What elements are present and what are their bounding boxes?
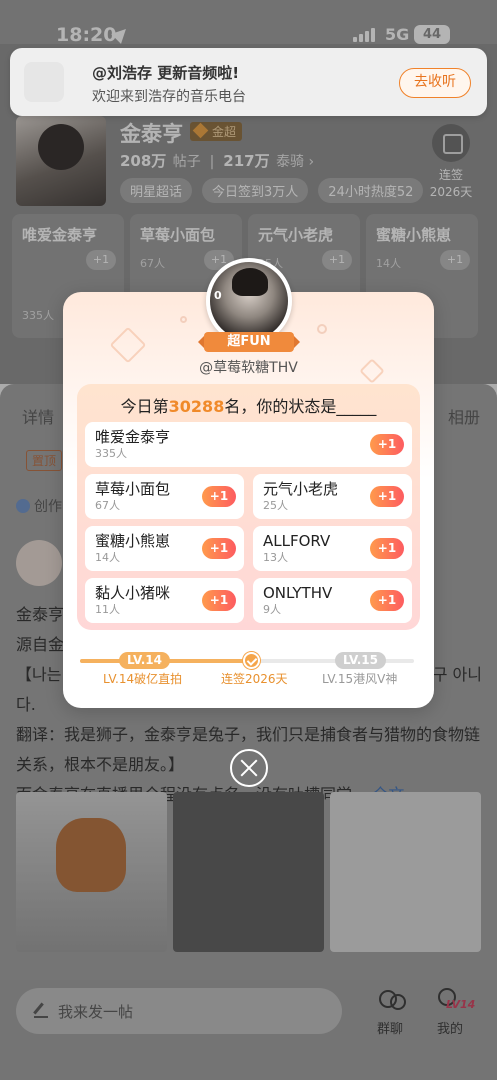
notification-banner[interactable]: @刘浩存 更新音频啦! 欢迎来到浩存的音乐电台 去收听 bbox=[10, 48, 487, 116]
fan-group-count: 335人 bbox=[95, 447, 127, 460]
plus-one-button[interactable]: +1 bbox=[202, 538, 236, 559]
username: @草莓软糖THV bbox=[199, 360, 298, 376]
level-current-pill: LV.14 bbox=[119, 652, 170, 669]
rank-number: 30288 bbox=[168, 397, 225, 416]
rank-prefix: 今日第 bbox=[120, 397, 169, 416]
fan-group-card[interactable]: ALLFORV 13人 +1 bbox=[253, 526, 412, 571]
checkin-rank-modal: 0 超FUN @草莓软糖THV 今日第30288名，你的状态是_____ 唯爱金… bbox=[63, 258, 434, 708]
level-next-caption: LV.15港风V神 bbox=[322, 672, 398, 686]
rank-headline: 今日第30288名，你的状态是_____ bbox=[85, 394, 412, 420]
plus-one-button[interactable]: +1 bbox=[202, 590, 236, 611]
notification-app-icon bbox=[24, 62, 64, 102]
streak-caption: 连签2026天 bbox=[221, 672, 288, 686]
fan-group-card[interactable]: ONLYTHV 9人 +1 bbox=[253, 578, 412, 623]
fan-group-card[interactable]: 唯爱金泰亨 335人 +1 bbox=[85, 422, 412, 467]
plus-one-button[interactable]: +1 bbox=[370, 590, 404, 611]
notification-title: @刘浩存 更新音频啦! bbox=[92, 64, 240, 82]
ring-deco-icon bbox=[180, 316, 187, 323]
fan-group-card[interactable]: 草莓小面包 67人 +1 bbox=[85, 474, 244, 519]
fan-group-name: 唯爱金泰亨 bbox=[95, 428, 171, 446]
fan-group-card[interactable]: 黏人小猪咪 11人 +1 bbox=[85, 578, 244, 623]
plus-one-button[interactable]: +1 bbox=[202, 486, 236, 507]
close-icon[interactable] bbox=[230, 749, 268, 787]
plus-one-button[interactable]: +1 bbox=[370, 538, 404, 559]
fan-group-card[interactable]: 蜜糖小熊崽 14人 +1 bbox=[85, 526, 244, 571]
listen-button[interactable]: 去收听 bbox=[399, 68, 471, 98]
level-current-caption: LV.14破亿直拍 bbox=[103, 672, 183, 686]
ring-deco-icon bbox=[317, 324, 327, 334]
avatar-number: 0 bbox=[214, 289, 222, 302]
plus-one-button[interactable]: +1 bbox=[370, 434, 404, 455]
checkin-check-icon bbox=[243, 652, 260, 669]
rank-suffix: 名，你的状态是_____ bbox=[224, 397, 377, 416]
fun-badge: 超FUN bbox=[198, 332, 300, 352]
fan-group-card[interactable]: 元气小老虎 25人 +1 bbox=[253, 474, 412, 519]
notification-subtitle: 欢迎来到浩存的音乐电台 bbox=[92, 89, 246, 105]
level-next-pill: LV.15 bbox=[335, 652, 386, 669]
plus-one-button[interactable]: +1 bbox=[370, 486, 404, 507]
rank-panel: 今日第30288名，你的状态是_____ 唯爱金泰亨 335人 +1 草莓小面包… bbox=[77, 384, 420, 630]
